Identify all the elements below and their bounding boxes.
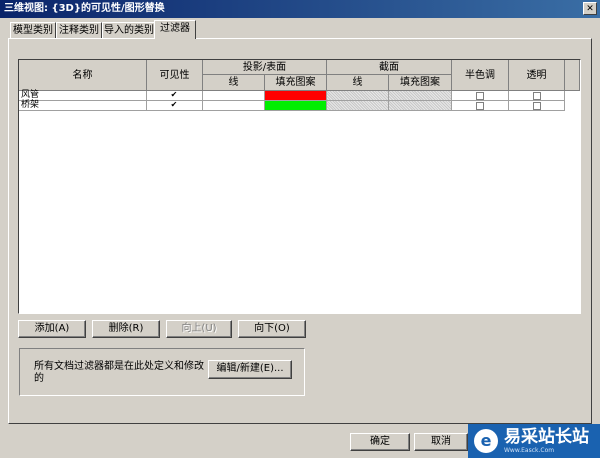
halftone-cell[interactable] <box>452 101 509 111</box>
header-halftone: 半色调 <box>452 60 509 91</box>
tab-filters[interactable]: 过滤器 <box>154 20 196 39</box>
header-spacer <box>565 60 580 91</box>
header-projection-line: 线 <box>203 75 265 91</box>
halftone-checkbox[interactable] <box>476 92 484 100</box>
move-up-button[interactable]: 向上(U) <box>166 320 232 338</box>
header-projection-pattern: 填充图案 <box>265 75 327 91</box>
edit-new-button[interactable]: 编辑/新建(E)... <box>208 360 292 379</box>
cut-pattern-cell[interactable] <box>389 91 452 101</box>
header-projection-surface: 投影/表面 <box>203 60 327 75</box>
close-button[interactable]: ✕ <box>583 2 597 15</box>
header-cut-pattern: 填充图案 <box>389 75 452 91</box>
cut-line-cell[interactable] <box>327 91 389 101</box>
header-name[interactable]: 名称 <box>19 60 147 91</box>
window-title: 三维视图: {3D}的可见性/图形替换 <box>4 3 165 14</box>
move-down-button[interactable]: 向下(O) <box>238 320 306 338</box>
watermark-logo: e 易采站长站 Www.Easck.Com <box>468 424 600 458</box>
cut-line-cell[interactable] <box>327 101 389 111</box>
add-button[interactable]: 添加(A) <box>18 320 86 338</box>
transparent-cell[interactable] <box>509 101 565 111</box>
transparent-cell[interactable] <box>509 91 565 101</box>
transparent-checkbox[interactable] <box>533 102 541 110</box>
title-bar: 三维视图: {3D}的可见性/图形替换 ✕ <box>0 0 600 18</box>
halftone-checkbox[interactable] <box>476 102 484 110</box>
filters-table: 名称 可见性 投影/表面 线 填充图案 截面 线 填充图案 半色调 透明 风管 … <box>18 59 581 314</box>
header-transparent: 透明 <box>509 60 565 91</box>
header-cut: 截面 <box>327 60 452 75</box>
site-logo-icon: e <box>474 429 498 453</box>
header-visibility[interactable]: 可见性 <box>147 60 203 91</box>
header-cut-line: 线 <box>327 75 389 91</box>
watermark-subtext: Www.Easck.Com <box>504 447 555 454</box>
tab-imported-categories[interactable]: 导入的类别 <box>102 22 156 38</box>
table-row-visibility[interactable]: ✔ <box>147 101 203 111</box>
projection-line-cell[interactable] <box>203 91 265 101</box>
transparent-checkbox[interactable] <box>533 92 541 100</box>
cut-pattern-cell[interactable] <box>389 101 452 111</box>
info-text: 所有文档过滤器都是在此处定义和修改的 <box>34 361 204 384</box>
projection-line-cell[interactable] <box>203 101 265 111</box>
projection-pattern-cell[interactable] <box>265 101 327 111</box>
halftone-cell[interactable] <box>452 91 509 101</box>
watermark-text: 易采站长站 <box>504 427 589 447</box>
visibility-checkbox[interactable]: ✔ <box>170 101 178 109</box>
close-icon: ✕ <box>586 4 594 14</box>
tab-annotation-categories[interactable]: 注释类别 <box>56 22 102 38</box>
visibility-checkbox[interactable]: ✔ <box>170 91 178 99</box>
ok-button[interactable]: 确定 <box>350 433 410 451</box>
cancel-button[interactable]: 取消 <box>414 433 468 451</box>
tab-model-categories[interactable]: 模型类别 <box>10 22 56 38</box>
delete-button[interactable]: 删除(R) <box>92 320 160 338</box>
projection-pattern-cell[interactable] <box>265 91 327 101</box>
table-row-name[interactable]: 桥架 <box>19 101 147 111</box>
